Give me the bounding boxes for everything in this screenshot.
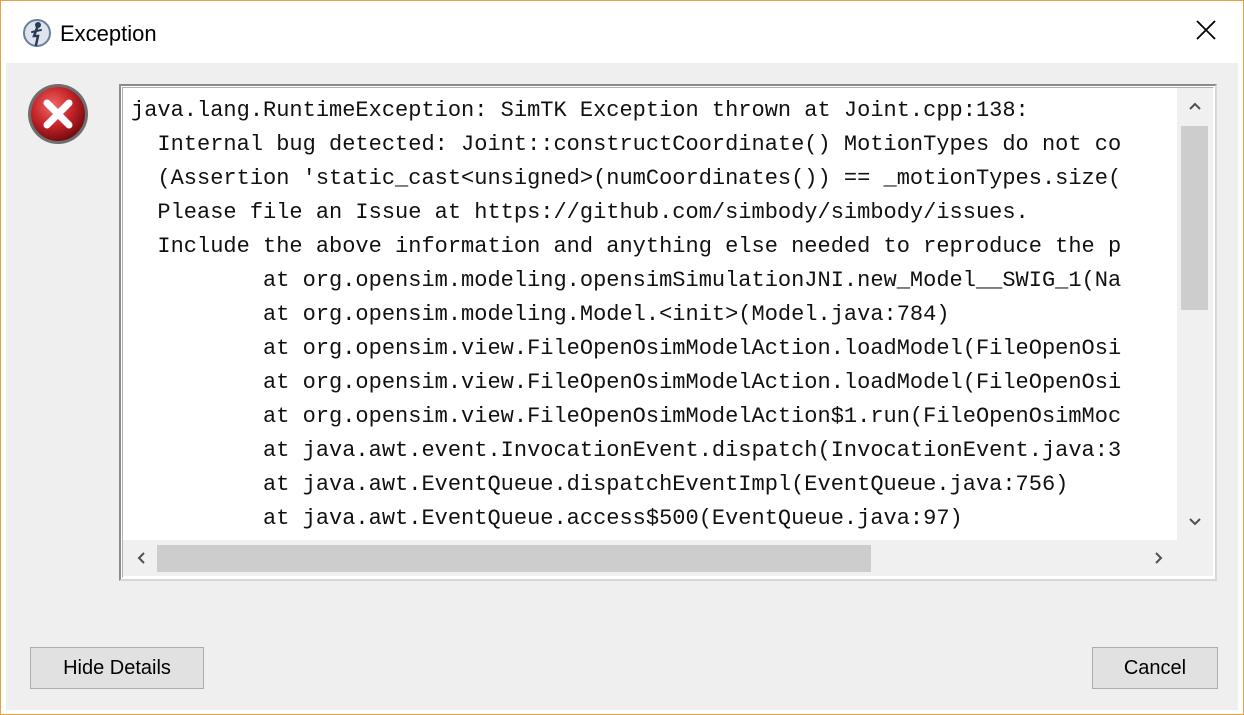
vertical-scrollbar[interactable] [1177, 88, 1213, 540]
stack-trace-line: at java.awt.EventQueue.dispatchEventImpl… [131, 472, 1069, 497]
exception-dialog: Exception java.lang.RuntimeException: Si… [0, 0, 1244, 715]
dialog-content: java.lang.RuntimeException: SimTK Except… [6, 63, 1238, 710]
error-circle-x-icon [26, 82, 90, 146]
chevron-up-icon[interactable] [1181, 92, 1209, 120]
vertical-scroll-thumb[interactable] [1181, 126, 1208, 310]
chevron-down-icon[interactable] [1181, 508, 1209, 536]
stack-trace-text[interactable]: java.lang.RuntimeException: SimTK Except… [123, 88, 1177, 540]
stack-trace-line: java.lang.RuntimeException: SimTK Except… [131, 98, 1029, 123]
stack-trace-line: at java.awt.EventQueue.access$500(EventQ… [131, 506, 963, 531]
stack-trace-line: at org.opensim.view.FileOpenOsimModelAct… [131, 404, 1122, 429]
stack-trace-line: Please file an Issue at https://github.c… [131, 200, 1029, 225]
stack-trace-line: Internal bug detected: Joint::constructC… [131, 132, 1122, 157]
horizontal-scroll-thumb[interactable] [157, 545, 871, 572]
close-button[interactable] [1178, 12, 1234, 52]
cancel-button[interactable]: Cancel [1092, 647, 1218, 689]
chevron-left-icon[interactable] [127, 544, 155, 572]
opensim-figure-icon [22, 18, 52, 48]
stack-trace-line: at org.opensim.view.FileOpenOsimModelAct… [131, 336, 1122, 361]
scrollbar-corner [1177, 540, 1213, 576]
exception-details-panel: java.lang.RuntimeException: SimTK Except… [119, 84, 1217, 581]
hide-details-button[interactable]: Hide Details [30, 647, 204, 689]
stack-trace-line: at org.opensim.modeling.Model.<init>(Mod… [131, 302, 950, 327]
chevron-right-icon[interactable] [1145, 544, 1173, 572]
stack-trace-line: at org.opensim.modeling.opensimSimulatio… [131, 268, 1122, 293]
window-title: Exception [60, 21, 157, 46]
stack-trace-line: at org.opensim.view.FileOpenOsimModelAct… [131, 370, 1122, 395]
stack-trace-line: (Assertion 'static_cast<unsigned>(numCoo… [131, 166, 1122, 191]
title-bar[interactable]: Exception [2, 2, 1242, 62]
horizontal-scrollbar[interactable] [123, 540, 1177, 576]
stack-trace-line: at java.awt.event.InvocationEvent.dispat… [131, 438, 1122, 463]
stack-trace-line: Include the above information and anythi… [131, 234, 1122, 259]
close-x-icon [1195, 19, 1217, 46]
